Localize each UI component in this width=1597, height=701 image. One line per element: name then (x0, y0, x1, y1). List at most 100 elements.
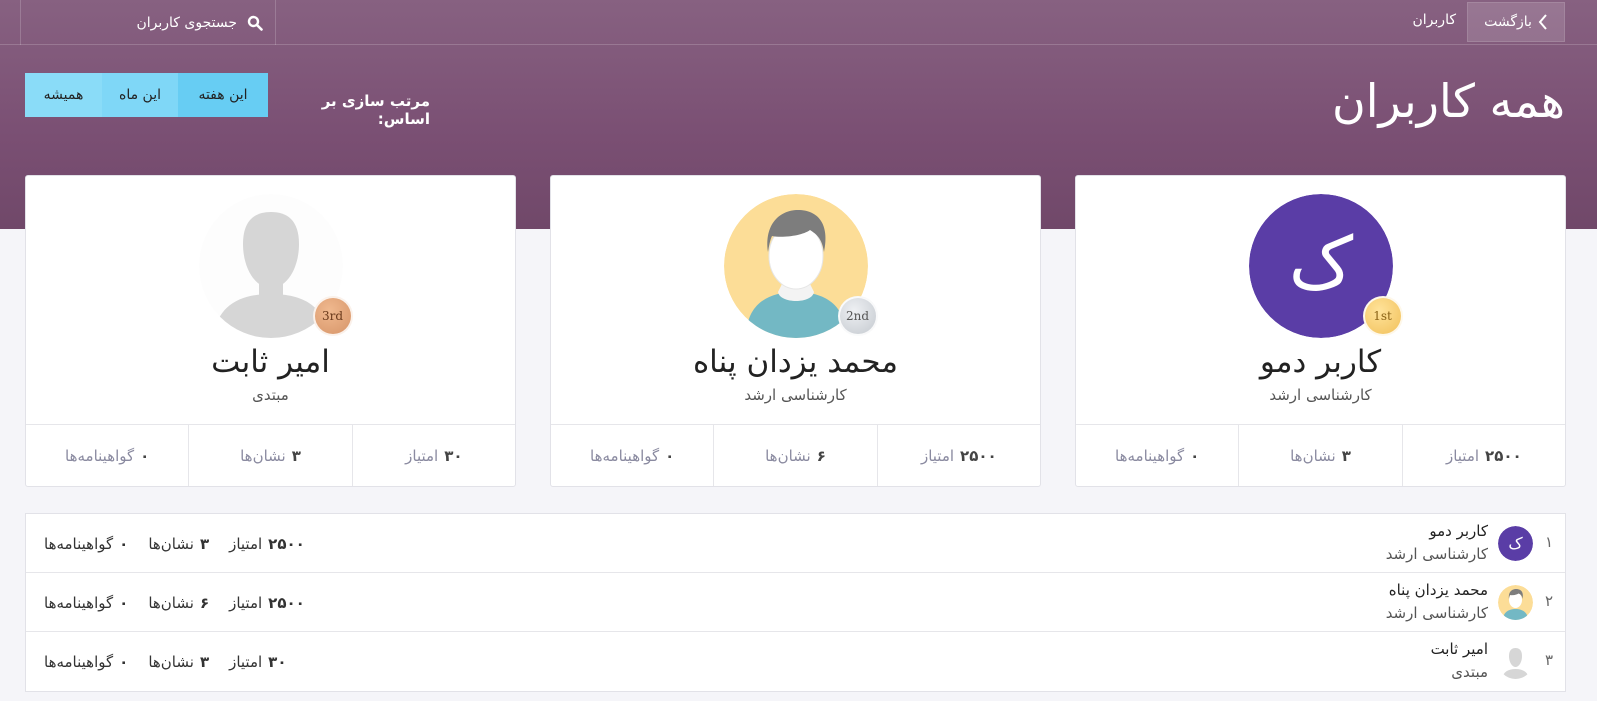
user-stats: ۰ گواهینامه‌ها ۳ نشان‌ها ۳۰ امتیاز (26, 424, 515, 486)
certificates-label: گواهینامه‌ها (590, 446, 660, 465)
badges-count: ۶ (199, 593, 210, 612)
ranking-row[interactable]: ۲ محمد یزدان پناه کارشناسی ارشد ۲۵۰۰ امت… (26, 573, 1565, 632)
sort-label: مرتب سازی بر اساس: (321, 92, 430, 128)
rank-number: ۱ (1544, 533, 1554, 551)
badges-label: نشان‌ها (148, 652, 194, 671)
podium-card-third[interactable]: 3rd امیر ثابت مبتدی ۰ گواهینامه‌ها ۳ نشا… (25, 175, 516, 487)
back-button[interactable]: بازگشت (1467, 2, 1565, 42)
ranking-row[interactable]: ۱ ک کاربر دمو کارشناسی ارشد ۲۵۰۰ امتیاز … (26, 514, 1565, 573)
podium-card-second[interactable]: 2nd محمد یزدان پناه کارشناسی ارشد ۰ گواه… (550, 175, 1041, 487)
user-avatar: ک (1498, 526, 1533, 561)
rank-number: ۲ (1544, 592, 1554, 610)
sort-this-month-button[interactable]: این ماه (102, 73, 178, 117)
user-name[interactable]: امیر ثابت (1431, 640, 1488, 658)
points-count: ۳۰ (268, 652, 287, 671)
badges-count: ۳ (199, 534, 210, 553)
user-name[interactable]: امیر ثابت (26, 344, 515, 380)
badges-count: ۶ (816, 446, 826, 465)
points-count: ۲۵۰۰ (268, 593, 305, 612)
user-stats: ۰ گواهینامه‌ها ۳ نشان‌ها ۲۵۰۰ امتیاز (1076, 424, 1565, 486)
badges-label: نشان‌ها (765, 446, 811, 465)
certificates-label: گواهینامه‌ها (44, 652, 114, 671)
user-level: مبتدی (252, 386, 289, 404)
stat-badges: ۶ نشان‌ها (148, 594, 209, 612)
badges-label: نشان‌ها (148, 534, 194, 553)
user-name[interactable]: کاربر دمو (1429, 522, 1488, 540)
stat-certificates: ۰ گواهینامه‌ها (551, 425, 713, 486)
stat-badges: ۳ نشان‌ها (148, 653, 209, 671)
badges-count: ۳ (199, 652, 210, 671)
user-level: کارشناسی ارشد (744, 386, 847, 404)
avatar-letter: ک (1508, 534, 1523, 553)
user-name[interactable]: محمد یزدان پناه (551, 344, 1040, 380)
points-count: ۳۰ (444, 446, 463, 465)
stat-badges: ۶ نشان‌ها (713, 425, 876, 486)
badges-count: ۳ (1341, 446, 1351, 465)
certificates-label: گواهینامه‌ها (65, 446, 135, 465)
points-label: امتیاز (920, 446, 955, 465)
rank-badge-label: 2nd (845, 309, 870, 323)
avatar-letter: ک (1288, 221, 1353, 305)
badges-count: ۳ (291, 446, 301, 465)
man-avatar-icon (1498, 585, 1533, 620)
stat-badges: ۳ نشان‌ها (148, 535, 209, 553)
stat-certificates: ۰ گواهینامه‌ها (44, 594, 128, 612)
points-label: امتیاز (229, 652, 263, 671)
placeholder-avatar-icon (1498, 644, 1533, 679)
sort-all-time-button[interactable]: همیشه (25, 73, 102, 117)
breadcrumb-users[interactable]: کاربران (1390, 12, 1456, 28)
stat-certificates: ۰ گواهینامه‌ها (26, 425, 188, 486)
bronze-medal-icon: 3rd (312, 296, 353, 336)
rank-number: ۳ (1544, 651, 1554, 669)
points-label: امتیاز (229, 534, 263, 553)
stat-points: ۲۵۰۰ امتیاز (229, 594, 305, 612)
stat-certificates: ۰ گواهینامه‌ها (1076, 425, 1238, 486)
points-count: ۲۵۰۰ (960, 446, 997, 465)
chevron-left-icon (1538, 14, 1547, 30)
podium-card-first[interactable]: ک 1st کاربر دمو کارشناسی ارشد ۰ گواهینام… (1075, 175, 1566, 487)
user-level: کارشناسی ارشد (1269, 386, 1372, 404)
points-label: امتیاز (1445, 446, 1480, 465)
certificates-count: ۰ (119, 593, 129, 612)
ranking-list: ۱ ک کاربر دمو کارشناسی ارشد ۲۵۰۰ امتیاز … (25, 513, 1566, 692)
stat-certificates: ۰ گواهینامه‌ها (44, 535, 128, 553)
gold-medal-icon: 1st (1362, 296, 1403, 336)
certificates-count: ۰ (1190, 446, 1200, 465)
badges-label: نشان‌ها (240, 446, 286, 465)
certificates-label: گواهینامه‌ها (44, 593, 114, 612)
certificates-count: ۰ (665, 446, 675, 465)
stat-points: ۲۵۰۰ امتیاز (876, 425, 1040, 486)
badges-label: نشان‌ها (148, 593, 194, 612)
stat-certificates: ۰ گواهینامه‌ها (44, 653, 128, 671)
user-name[interactable]: کاربر دمو (1076, 344, 1565, 380)
stat-badges: ۳ نشان‌ها (1238, 425, 1401, 486)
silver-medal-icon: 2nd (837, 296, 878, 336)
top-bar: کاربران بازگشت (0, 0, 1597, 45)
page-title: همه کاربران (1331, 74, 1565, 128)
user-level: مبتدی (1451, 663, 1488, 681)
user-stats: ۲۵۰۰ امتیاز ۶ نشان‌ها ۰ گواهینامه‌ها (44, 573, 305, 632)
sort-toggle-group: این هفته این ماه همیشه (25, 73, 268, 117)
points-label: امتیاز (229, 593, 263, 612)
stat-points: ۳۰ امتیاز (351, 425, 515, 486)
search-box[interactable] (20, 0, 276, 45)
points-count: ۲۵۰۰ (268, 534, 305, 553)
sort-this-week-button[interactable]: این هفته (178, 73, 268, 117)
stat-points: ۲۵۰۰ امتیاز (1401, 425, 1565, 486)
user-stats: ۲۵۰۰ امتیاز ۳ نشان‌ها ۰ گواهینامه‌ها (44, 514, 305, 573)
stat-points: ۲۵۰۰ امتیاز (229, 535, 305, 553)
certificates-count: ۰ (140, 446, 150, 465)
certificates-count: ۰ (119, 534, 129, 553)
user-stats: ۳۰ امتیاز ۳ نشان‌ها ۰ گواهینامه‌ها (44, 632, 286, 691)
search-input[interactable] (57, 7, 237, 38)
rank-badge-label: 3rd (321, 309, 344, 323)
certificates-count: ۰ (119, 652, 129, 671)
ranking-row[interactable]: ۳ امیر ثابت مبتدی ۳۰ امتیاز ۳ نشان‌ها ۰ … (26, 632, 1565, 691)
search-icon[interactable] (247, 15, 263, 31)
points-label: امتیاز (405, 446, 439, 465)
certificates-label: گواهینامه‌ها (44, 534, 114, 553)
badges-label: نشان‌ها (1290, 446, 1336, 465)
back-button-label: بازگشت (1484, 14, 1532, 30)
user-level: کارشناسی ارشد (1385, 604, 1488, 622)
user-name[interactable]: محمد یزدان پناه (1389, 581, 1488, 599)
